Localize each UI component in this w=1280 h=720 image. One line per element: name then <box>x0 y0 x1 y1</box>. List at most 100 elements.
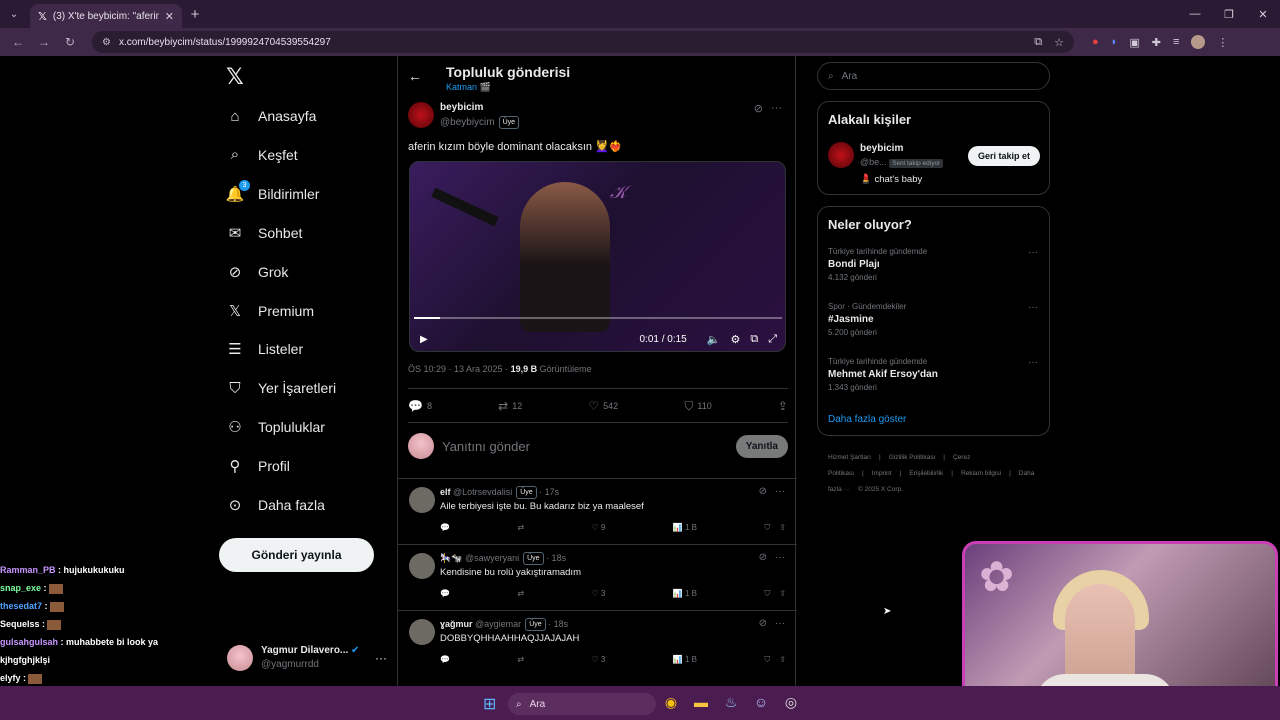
settings-icon[interactable]: ⚙ <box>730 333 740 346</box>
share-action[interactable]: ⇪ <box>778 399 788 413</box>
tab-search-icon[interactable]: ⌄ <box>0 0 28 28</box>
fullscreen-icon[interactable]: ⤢ <box>768 333 777 346</box>
share-icon[interactable]: ⇪ <box>779 523 786 532</box>
nav-item-premium[interactable]: 𝕏 Premium <box>226 296 314 326</box>
community-link[interactable]: Katman 🎬 <box>446 82 491 93</box>
reply-input[interactable]: Yanıtını gönder <box>442 439 530 454</box>
trend-item[interactable]: Türkiye tarihinde gündemde Mehmet Akif Er… <box>828 357 1040 401</box>
more-icon[interactable]: ··· <box>775 486 785 497</box>
grok-icon[interactable]: ⊘ <box>759 552 767 563</box>
avatar[interactable] <box>409 487 435 513</box>
grok-icon[interactable]: ⊘ <box>759 486 767 497</box>
address-bar[interactable]: ⚙ x.com/beybiycim/status/199992470453955… <box>92 31 1074 53</box>
follow-back-button[interactable]: Geri takip et <box>967 146 1040 166</box>
media-icon[interactable]: ≡ <box>1173 36 1179 48</box>
reload-icon[interactable]: ↻ <box>60 35 80 49</box>
share-icon[interactable]: ⇪ <box>779 655 786 664</box>
show-more-link[interactable]: Daha fazla göster <box>828 414 906 425</box>
reply-handle[interactable]: @aygiemar <box>475 619 521 629</box>
obs-icon[interactable]: ◎ <box>782 694 800 711</box>
extension-icon[interactable]: ▣ <box>1129 36 1139 49</box>
nav-item-grok[interactable]: ⊘ Grok <box>226 257 289 287</box>
minimize-icon[interactable]: — <box>1178 8 1212 21</box>
account-switcher[interactable]: Yagmur Dilavero... ✔ @yagmurrdd ··· <box>227 641 387 675</box>
new-tab-button[interactable]: + <box>182 6 208 23</box>
browser-menu-icon[interactable]: ⋮ <box>1217 36 1228 49</box>
nav-item-anasayfa[interactable]: ⌂ Anasayfa <box>226 101 316 131</box>
reply-post[interactable]: 🎠🐄 @sawyeryani Üye · 18s ⊘ ··· Kendisine bu … <box>398 544 797 610</box>
reply-icon[interactable]: 💬 <box>440 523 450 533</box>
play-icon[interactable]: ▶ <box>420 334 428 345</box>
more-icon[interactable]: ··· <box>375 651 387 665</box>
nav-item-listeler[interactable]: ☰ Listeler <box>226 334 303 364</box>
reply-author[interactable]: ɣağmur <box>440 619 473 629</box>
x-logo-icon[interactable]: 𝕏 <box>226 64 244 90</box>
footer-link[interactable]: Hizmet Şartları <box>828 454 871 461</box>
more-icon[interactable]: ··· <box>1028 357 1038 368</box>
bookmark-action[interactable]: ⛉ 110 <box>684 399 711 414</box>
footer-link[interactable]: Erişilebilirlik <box>909 470 943 477</box>
author-handle[interactable]: @beybiycim <box>440 117 495 128</box>
views-action[interactable]: 📊 1 B <box>673 589 697 599</box>
like-action[interactable]: ♡ 3 <box>591 655 605 665</box>
profile-avatar-icon[interactable] <box>1191 35 1206 49</box>
forward-icon[interactable]: → <box>34 35 54 49</box>
trend-item[interactable]: Spor · Gündemdekiler #Jasmine 5.200 gönder… <box>828 302 1040 346</box>
avatar[interactable] <box>828 142 854 168</box>
back-icon[interactable]: ← <box>8 35 28 49</box>
maximize-icon[interactable]: ❐ <box>1212 8 1246 21</box>
like-action[interactable]: ♡ 9 <box>591 523 605 533</box>
reply-post[interactable]: elf @Lotrsevdalisi Üye · 17s ⊘ ··· Aile terb… <box>398 478 797 544</box>
footer-link[interactable]: Gizlilik Politikası <box>889 454 936 461</box>
reply-button[interactable]: Yanıtla <box>735 434 788 458</box>
repost-icon[interactable]: ⇄ <box>517 589 524 599</box>
bookmark-icon[interactable]: ⛉ <box>764 655 770 664</box>
nav-item-daha-fazla[interactable]: ⊙ Daha fazla <box>226 490 325 520</box>
discord-icon[interactable]: ☺ <box>752 694 770 711</box>
volume-icon[interactable]: 🔈 <box>707 333 721 346</box>
footer-link[interactable]: Reklam bilgisi <box>961 470 1001 477</box>
grok-icon[interactable]: ⊘ <box>759 618 767 629</box>
more-icon[interactable]: ··· <box>771 102 782 115</box>
chrome-icon[interactable]: ◉ <box>662 694 680 711</box>
repost-icon[interactable]: ⇄ <box>517 655 524 665</box>
author-name[interactable]: beybicim <box>440 102 483 113</box>
nav-item-yer-i̇şaretleri[interactable]: ⛉ Yer İşaretleri <box>226 373 336 403</box>
nav-item-keşfet[interactable]: ⌕ Keşfet <box>226 140 298 170</box>
footer-link[interactable]: Imprint <box>872 470 892 477</box>
search-input[interactable]: ⌕ Ara <box>817 62 1050 90</box>
close-window-icon[interactable]: ✕ <box>1246 8 1280 21</box>
nav-item-topluluklar[interactable]: ⚇ Topluluklar <box>226 412 325 442</box>
bookmark-icon[interactable]: ⛉ <box>764 523 770 532</box>
like-action[interactable]: ♡ 542 <box>588 399 618 413</box>
nav-item-bildirimler[interactable]: 🔔 3 Bildirimler <box>226 179 319 209</box>
extensions-puzzle-icon[interactable]: ✚ <box>1152 36 1161 49</box>
reply-time[interactable]: · 17s <box>539 487 559 497</box>
views-action[interactable]: 📊 1 B <box>673 655 697 665</box>
site-info-icon[interactable]: ⚙ <box>102 37 111 48</box>
share-icon[interactable]: ⇪ <box>779 589 786 598</box>
folder-icon[interactable]: ▬ <box>692 694 710 711</box>
post-button[interactable]: Gönderi yayınla <box>219 538 374 572</box>
trend-item[interactable]: Türkiye tarihinde gündemde Bondi Plajı 4.1… <box>828 247 1040 291</box>
post-date[interactable]: ÖS 10:29 · 13 Ara 2025 · <box>408 364 511 374</box>
avatar[interactable] <box>408 102 434 128</box>
more-icon[interactable]: ··· <box>1028 247 1038 258</box>
reply-author[interactable]: 🎠🐄 <box>440 553 462 563</box>
views-action[interactable]: 📊 1 B <box>673 523 697 533</box>
repost-action[interactable]: ⇄ 12 <box>498 399 522 413</box>
nav-item-sohbet[interactable]: ✉ Sohbet <box>226 218 303 248</box>
star-icon[interactable]: ☆ <box>1054 36 1064 49</box>
avatar[interactable] <box>409 553 435 579</box>
reply-post[interactable]: ɣağmur @aygiemar Üye · 18s ⊘ ··· DOBBYQHHAAH… <box>398 610 797 676</box>
person-name[interactable]: beybicim <box>860 143 903 154</box>
taskbar-search[interactable]: ⌕ Ara <box>508 693 656 715</box>
video-player[interactable]: 𝒦 ▶ 0:01 / 0:15 🔈 ⚙ ⧉ ⤢ <box>409 161 786 352</box>
reply-icon[interactable]: 💬 <box>440 655 450 665</box>
like-action[interactable]: ♡ 3 <box>591 589 605 599</box>
browser-tab[interactable]: 𝕏 (3) X'te beybicim: "aferin kızım ✕ <box>30 4 182 28</box>
reply-handle[interactable]: @Lotrsevdalisi <box>453 487 512 497</box>
tab-close-icon[interactable]: ✕ <box>165 10 174 23</box>
repost-icon[interactable]: ⇄ <box>517 523 524 533</box>
bookmark-icon[interactable]: ⛉ <box>764 589 770 598</box>
